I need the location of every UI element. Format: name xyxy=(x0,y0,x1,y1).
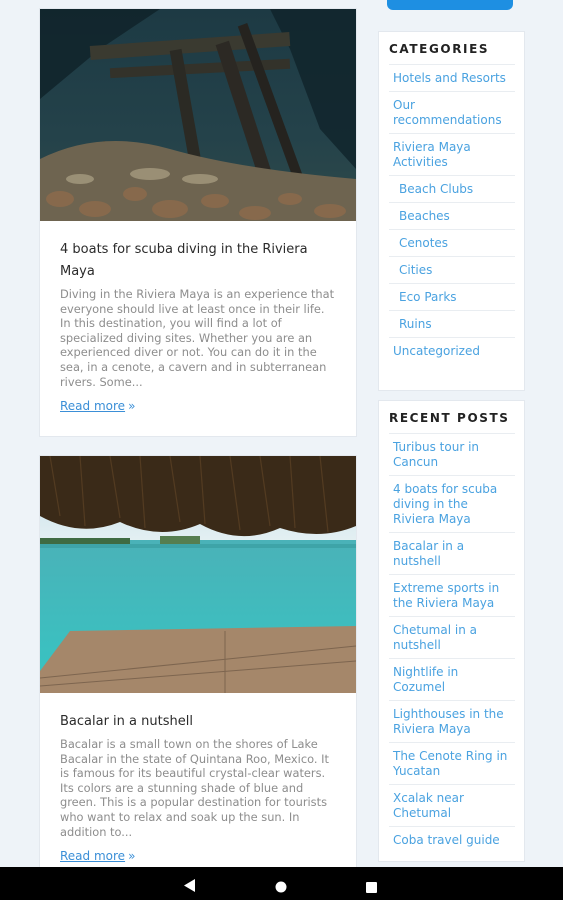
category-subitem[interactable]: Cenotes xyxy=(389,229,515,256)
double-chevron-right-icon: » xyxy=(128,399,136,414)
read-more-label: Read more xyxy=(60,849,126,864)
read-more-link[interactable]: Read more» xyxy=(60,849,135,863)
recent-post-link[interactable]: Bacalar in a nutshell xyxy=(389,532,515,574)
category-subitem[interactable]: Beaches xyxy=(389,202,515,229)
recent-post-link[interactable]: 4 boats for scuba diving in the Riviera … xyxy=(389,475,515,532)
recent-post-link[interactable]: Lighthouses in the Riviera Maya xyxy=(389,700,515,742)
recent-post-link[interactable]: Xcalak near Chetumal xyxy=(389,784,515,826)
post-excerpt: Bacalar is a small town on the shores of… xyxy=(60,737,329,839)
category-item[interactable]: Our recommendations xyxy=(389,91,515,133)
category-subitem[interactable]: Ruins xyxy=(389,310,515,337)
recent-posts-widget: RECENT POSTS Turibus tour in Cancun 4 bo… xyxy=(378,400,525,862)
recent-posts-title: RECENT POSTS xyxy=(389,411,510,425)
recent-post-link[interactable]: The Cenote Ring in Yucatan xyxy=(389,742,515,784)
square-recents-icon[interactable] xyxy=(366,878,377,897)
post-image-bacalar[interactable] xyxy=(40,456,356,693)
category-item[interactable]: Hotels and Resorts xyxy=(389,64,515,91)
category-subitem[interactable]: Beach Clubs xyxy=(389,175,515,202)
category-subitem[interactable]: Cities xyxy=(389,256,515,283)
triangle-back-icon[interactable] xyxy=(184,877,196,896)
recent-posts-list: Turibus tour in Cancun 4 boats for scuba… xyxy=(389,433,515,853)
post-card: Bacalar in a nutshell Bacalar is a small… xyxy=(39,455,357,869)
post-title[interactable]: 4 boats for scuba diving in the Riviera … xyxy=(60,239,336,283)
category-item[interactable]: Riviera Maya Activities xyxy=(389,133,515,175)
categories-list: Hotels and Resorts Our recommendations R… xyxy=(389,64,515,364)
read-more-link[interactable]: Read more» xyxy=(60,399,135,413)
recent-post-link[interactable]: Extreme sports in the Riviera Maya xyxy=(389,574,515,616)
system-navigation-bar xyxy=(0,867,563,900)
post-image-shipwreck[interactable] xyxy=(40,9,356,221)
categories-widget: CATEGORIES Hotels and Resorts Our recomm… xyxy=(378,31,525,391)
recent-post-link[interactable]: Turibus tour in Cancun xyxy=(389,433,515,475)
category-subitem[interactable]: Eco Parks xyxy=(389,283,515,310)
recent-post-link[interactable]: Coba travel guide xyxy=(389,826,515,853)
post-title[interactable]: Bacalar in a nutshell xyxy=(60,711,336,733)
category-item[interactable]: Uncategorized xyxy=(389,337,515,364)
double-chevron-right-icon: » xyxy=(128,849,136,864)
recent-post-link[interactable]: Nightlife in Cozumel xyxy=(389,658,515,700)
read-more-label: Read more xyxy=(60,399,126,414)
circle-home-icon[interactable] xyxy=(275,878,287,897)
categories-title: CATEGORIES xyxy=(389,42,490,56)
recent-post-link[interactable]: Chetumal in a nutshell xyxy=(389,616,515,658)
post-excerpt: Diving in the Riviera Maya is an experie… xyxy=(60,287,335,389)
sidebar-action-button[interactable] xyxy=(387,0,513,10)
post-card: 4 boats for scuba diving in the Riviera … xyxy=(39,8,357,437)
